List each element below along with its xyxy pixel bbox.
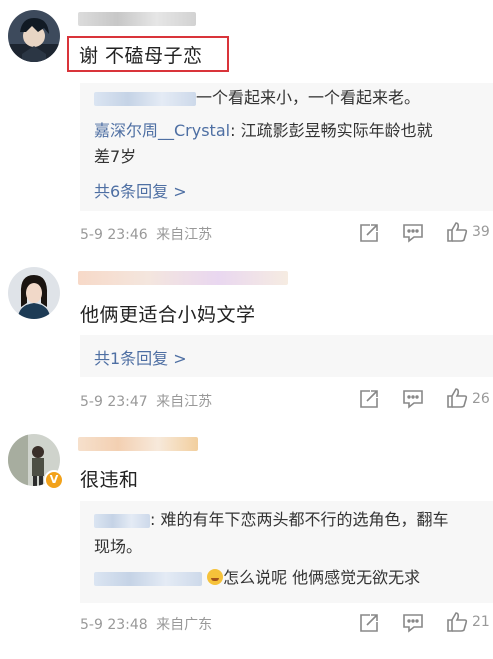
comment-text: 他俩更适合小妈文学 bbox=[80, 304, 256, 326]
like-icon[interactable] bbox=[446, 611, 470, 633]
reply-text: : 难的有年下恋两头都不行的选角色，翻车 bbox=[150, 510, 449, 529]
like-count: 39 bbox=[472, 224, 490, 240]
reply-line: 一个看起来小，一个看起来老。 bbox=[94, 85, 420, 111]
reply-author[interactable]: 嘉深尔周__Crystal bbox=[94, 121, 230, 140]
verified-badge-icon: V bbox=[44, 470, 64, 490]
share-icon[interactable] bbox=[358, 222, 382, 244]
comment-meta: 5-9 23:47 来自江苏 bbox=[80, 391, 212, 411]
comment-icon[interactable] bbox=[402, 388, 426, 410]
reply-author-blurred[interactable] bbox=[94, 513, 150, 528]
avatar[interactable] bbox=[8, 267, 60, 319]
reply-preview-box[interactable]: 共1条回复 > bbox=[80, 335, 493, 377]
location: 来自广东 bbox=[156, 617, 213, 633]
comment-text: 很违和 bbox=[80, 469, 139, 491]
like-icon[interactable] bbox=[446, 387, 470, 409]
reply-preview-box[interactable]: : 难的有年下恋两头都不行的选角色，翻车 现场。 怎么说呢 他俩感觉无欲无求 bbox=[80, 501, 493, 603]
share-icon[interactable] bbox=[358, 388, 382, 410]
reply-text: 怎么说呢 他俩感觉无欲无求 bbox=[223, 568, 421, 587]
reply-line: : 难的有年下恋两头都不行的选角色，翻车 bbox=[94, 507, 448, 533]
location: 来自江苏 bbox=[156, 394, 213, 410]
username-blurred[interactable] bbox=[78, 271, 288, 285]
reply-text: : 江疏影彭昱畅实际年龄也就 bbox=[230, 121, 433, 140]
laughing-emoji-icon bbox=[207, 569, 224, 585]
reply-author-blurred[interactable] bbox=[94, 571, 202, 586]
more-replies-link[interactable]: 共1条回复 > bbox=[94, 345, 187, 369]
comment-meta: 5-9 23:48 来自广东 bbox=[80, 614, 212, 634]
comment-meta: 5-9 23:46 来自江苏 bbox=[80, 224, 212, 244]
comment-item: V 很违和 : 难的有年下恋两头都不行的选角色，翻车 现场。 怎么说呢 他俩感觉… bbox=[0, 424, 493, 659]
timestamp: 5-9 23:46 bbox=[80, 227, 148, 243]
reply-author-blurred[interactable] bbox=[94, 91, 196, 106]
like-icon[interactable] bbox=[446, 221, 470, 243]
timestamp: 5-9 23:48 bbox=[80, 617, 148, 633]
reply-line-cont: 现场。 bbox=[94, 537, 143, 556]
reply-text: 一个看起来小，一个看起来老。 bbox=[196, 88, 421, 107]
reply-line: 嘉深尔周__Crystal: 江疏影彭昱畅实际年龄也就 bbox=[94, 118, 433, 144]
like-count: 21 bbox=[472, 614, 490, 630]
share-icon[interactable] bbox=[358, 612, 382, 634]
comment-icon[interactable] bbox=[402, 612, 426, 634]
username-blurred[interactable] bbox=[78, 12, 196, 26]
comment-text: 谢 不磕母子恋 bbox=[79, 45, 203, 67]
username-blurred[interactable] bbox=[78, 437, 198, 451]
reply-line: 怎么说呢 他俩感觉无欲无求 bbox=[94, 565, 420, 591]
reply-preview-box[interactable]: 一个看起来小，一个看起来老。 嘉深尔周__Crystal: 江疏影彭昱畅实际年龄… bbox=[80, 83, 493, 211]
timestamp: 5-9 23:47 bbox=[80, 394, 148, 410]
comment-icon[interactable] bbox=[402, 222, 426, 244]
comment-item: 谢 不磕母子恋 一个看起来小，一个看起来老。 嘉深尔周__Crystal: 江疏… bbox=[0, 0, 493, 252]
avatar[interactable] bbox=[8, 10, 60, 62]
location: 来自江苏 bbox=[156, 227, 213, 243]
more-replies-link[interactable]: 共6条回复 > bbox=[94, 178, 187, 202]
reply-line-cont: 差7岁 bbox=[94, 147, 137, 166]
like-count: 26 bbox=[472, 391, 490, 407]
comment-item: 他俩更适合小妈文学 共1条回复 > 5-9 23:47 来自江苏 26 bbox=[0, 252, 493, 424]
